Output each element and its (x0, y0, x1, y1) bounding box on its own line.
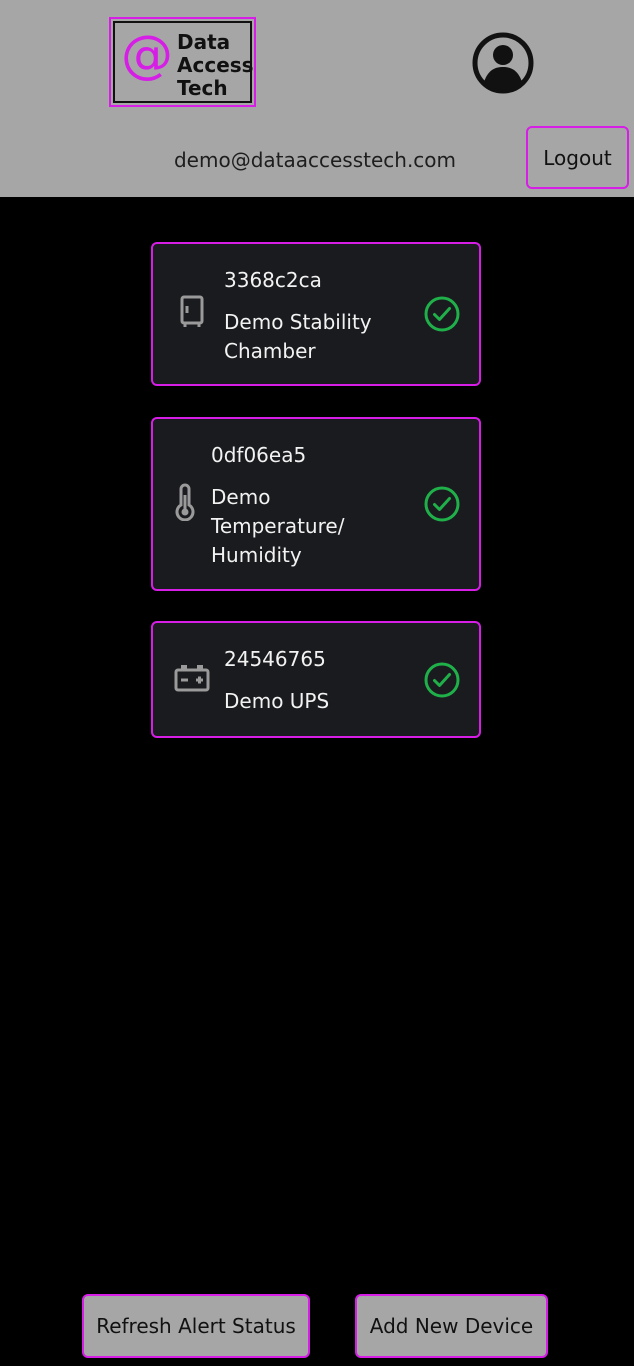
logout-button[interactable]: Logout (526, 126, 629, 189)
add-new-device-button[interactable]: Add New Device (355, 1294, 548, 1358)
logo-line-2: Access (177, 53, 254, 77)
battery-icon (174, 663, 210, 697)
device-name: Demo UPS (224, 689, 330, 713)
logo-at-symbol: @ (121, 25, 173, 85)
logo-line-3: Tech (177, 76, 228, 100)
device-name: Demo Temperature/ Humidity (211, 485, 345, 567)
app-header: @ Data Access Tech demo@dataaccesstech.c… (0, 0, 634, 197)
device-name: Demo Stability Chamber (224, 310, 372, 363)
cabinet-icon (179, 295, 205, 333)
device-card[interactable]: 24546765 Demo UPS (151, 621, 481, 738)
device-card[interactable]: 3368c2ca Demo Stability Chamber (151, 242, 481, 386)
device-card[interactable]: 0df06ea5 Demo Temperature/ Humidity (151, 417, 481, 591)
device-id: 0df06ea5 (211, 443, 307, 467)
refresh-alert-status-button[interactable]: Refresh Alert Status (82, 1294, 310, 1358)
thermometer-icon (173, 483, 197, 525)
check-circle-icon (423, 661, 461, 699)
logo-frame: @ Data Access Tech (113, 21, 254, 103)
device-id: 24546765 (224, 647, 326, 671)
logo-line-1: Data (177, 30, 231, 54)
user-email: demo@dataaccesstech.com (173, 148, 457, 172)
device-id: 3368c2ca (224, 268, 322, 292)
check-circle-icon (423, 485, 461, 523)
user-circle-icon[interactable] (471, 31, 535, 95)
company-logo[interactable]: @ Data Access Tech (109, 17, 256, 107)
logo-wordmark: Data Access Tech (177, 31, 254, 100)
check-circle-icon (423, 295, 461, 333)
